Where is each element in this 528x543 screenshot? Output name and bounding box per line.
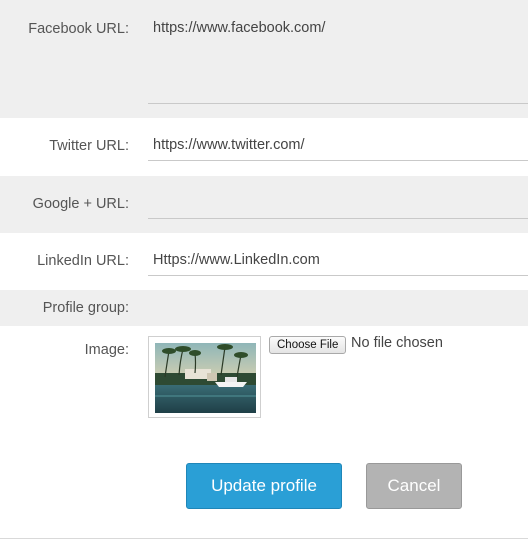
profile-group-row: Profile group: [0,290,528,326]
resort-photo [155,343,256,413]
facebook-row: Facebook URL: https://www.facebook.com/ [0,0,528,118]
profile-image-thumbnail [148,336,261,418]
file-status-text: No file chosen [351,335,443,351]
profile-group-label: Profile group: [42,300,129,316]
linkedin-row: LinkedIn URL: Https://www.LinkedIn.com [0,233,528,290]
bottom-divider [0,538,528,539]
linkedin-url-field[interactable]: Https://www.LinkedIn.com [148,252,528,276]
cancel-button[interactable]: Cancel [366,463,462,509]
update-profile-button[interactable]: Update profile [186,463,342,509]
facebook-url-label: Facebook URL: [28,21,129,37]
image-label: Image: [84,342,129,358]
twitter-row: Twitter URL: https://www.twitter.com/ [0,118,528,176]
linkedin-url-label: LinkedIn URL: [37,253,129,269]
twitter-url-label: Twitter URL: [49,138,129,154]
facebook-url-field[interactable]: https://www.facebook.com/ [148,20,528,104]
google-url-label: Google + URL: [32,196,129,212]
google-row: Google + URL: [0,176,528,233]
choose-file-button[interactable]: Choose File [269,336,347,354]
twitter-url-field[interactable]: https://www.twitter.com/ [148,137,528,161]
google-url-field[interactable] [148,195,528,219]
